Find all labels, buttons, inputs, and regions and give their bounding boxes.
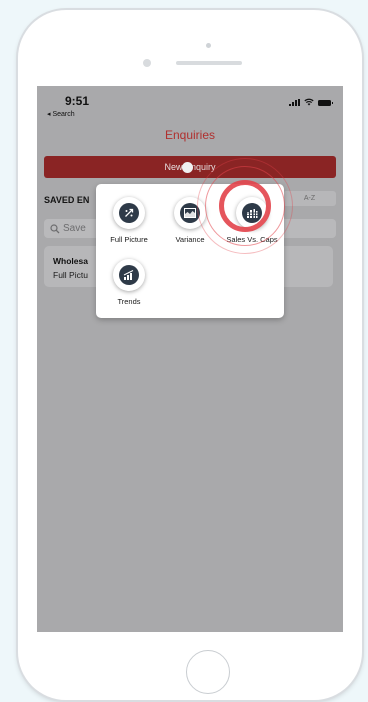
saved-enquiry-title: Wholesa <box>53 256 88 266</box>
signal-icon <box>289 99 300 106</box>
saved-enquiries-heading: SAVED EN <box>44 195 90 205</box>
front-camera <box>206 43 211 48</box>
home-button[interactable] <box>186 650 230 694</box>
status-time: 9:51 <box>65 94 90 108</box>
page-title: Enquiries <box>164 128 216 142</box>
app-screen: 9:51 ◂ Search Enquiries New Enquiry SAVE… <box>37 86 343 632</box>
option-label: Full Picture <box>110 235 148 244</box>
search-placeholder: Save <box>63 223 86 234</box>
earpiece-speaker <box>176 61 242 65</box>
touch-indicator <box>182 162 193 173</box>
back-to-search-link[interactable]: ◂ Search <box>47 110 75 118</box>
option-label: Trends <box>117 297 141 306</box>
tap-ripple-inner <box>219 180 271 232</box>
wifi-icon <box>304 98 314 107</box>
bar-chart-icon <box>119 265 139 285</box>
proximity-sensor <box>143 59 151 67</box>
option-full-picture[interactable]: Full Picture <box>96 197 162 244</box>
arrows-diagonal-icon <box>119 203 139 223</box>
status-icons <box>289 98 333 107</box>
battery-icon <box>318 99 333 106</box>
saved-enquiry-subtitle: Full Pictu <box>53 270 88 280</box>
option-trends[interactable]: Trends <box>96 259 162 306</box>
search-icon <box>50 223 60 233</box>
